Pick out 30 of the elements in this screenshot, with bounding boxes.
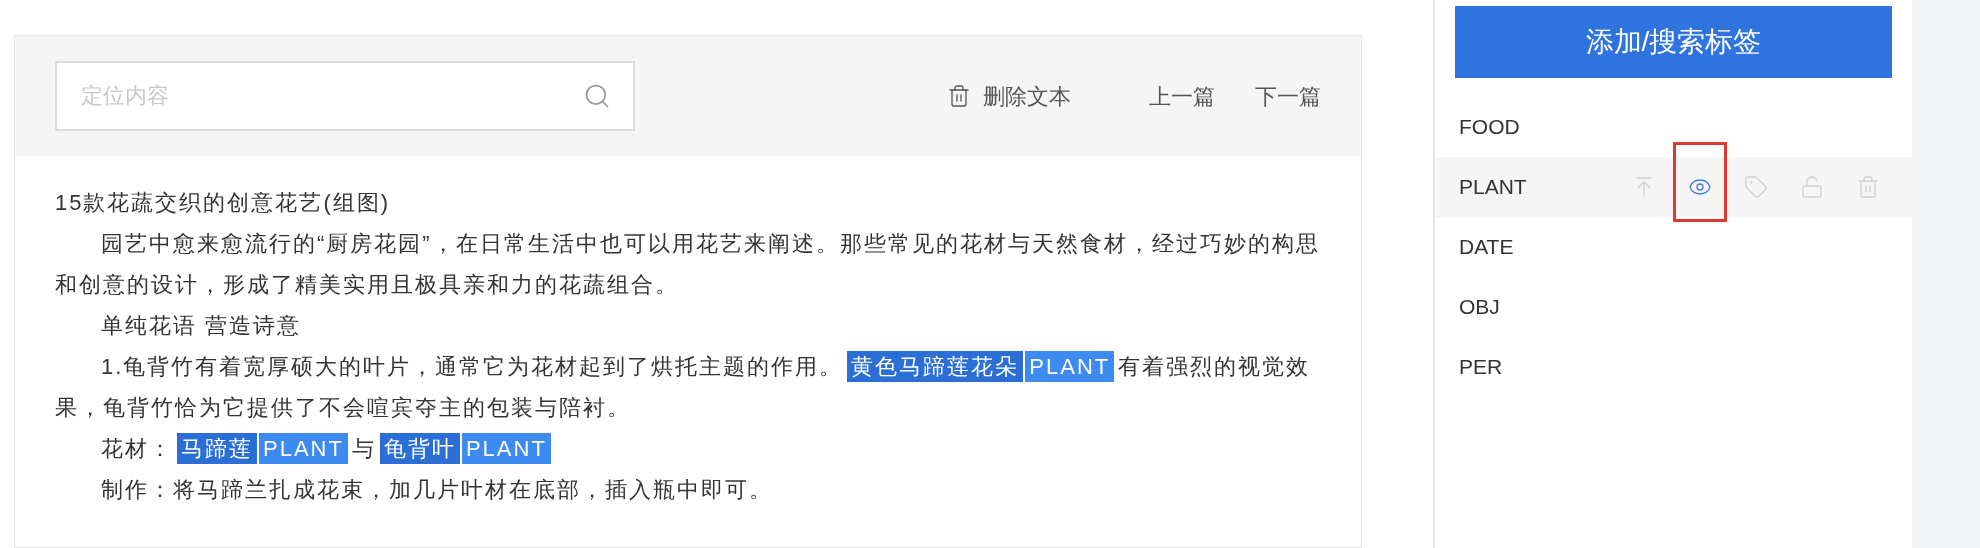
tag-name: PER <box>1459 354 1504 381</box>
previous-link[interactable]: 上一篇 <box>1149 79 1215 113</box>
document-text: 15款花蔬交织的创意花艺(组图) <box>55 190 391 215</box>
document-text: 花材： <box>101 435 173 463</box>
search-icon[interactable] <box>583 82 611 110</box>
tag-name: FOOD <box>1459 114 1521 141</box>
entity-text[interactable]: 马蹄莲 <box>177 433 257 464</box>
entity-label[interactable]: PLANT <box>1025 351 1115 382</box>
next-link[interactable]: 下一篇 <box>1255 79 1321 113</box>
tag-icon[interactable] <box>1744 175 1768 199</box>
unlocked-icon[interactable] <box>1800 175 1824 199</box>
tag-name: DATE <box>1459 234 1515 261</box>
delete-icon[interactable] <box>1856 175 1880 199</box>
entity-text[interactable]: 黄色马蹄莲花朵 <box>847 351 1024 382</box>
document-text: 制作：将马蹄兰扎成花束，加几片叶材在底部，插入瓶中即可。 <box>101 477 773 502</box>
document-text: 有着强烈的视觉效 <box>1118 353 1311 381</box>
entity-label[interactable]: PLANT <box>461 433 551 464</box>
document-text: 与 <box>351 435 376 463</box>
document-text: 园艺中愈来愈流行的“厨房花园”，在日常生活中也可以用花艺来阐述。那些常见的花材与天然食材，经过巧妙的构思和创意的设计，形成了精美实用且极具亲和力的花蔬组合。 <box>55 231 1320 297</box>
document-text: 单纯花语 营造诗意 <box>101 313 302 338</box>
entity-text[interactable]: 龟背叶 <box>379 433 460 464</box>
document-text: 1.龟背竹有着宽厚硕大的叶片，通常它为花材起到了烘托主题的作用。 <box>101 353 844 381</box>
document-text: 果，龟背竹恰为它提供了不会喧宾夺主的包装与陪衬。 <box>55 394 631 422</box>
delete-text-button[interactable]: 删除文本 <box>947 79 1071 113</box>
tag-name: OBJ <box>1459 294 1501 321</box>
add-tag-button[interactable]: 添加/搜索标签 <box>1455 6 1892 78</box>
tag-row[interactable]: PLANT <box>1435 157 1912 217</box>
entity-label[interactable]: PLANT <box>259 433 348 464</box>
trash-icon <box>947 84 971 108</box>
tag-name: PLANT <box>1459 174 1528 201</box>
